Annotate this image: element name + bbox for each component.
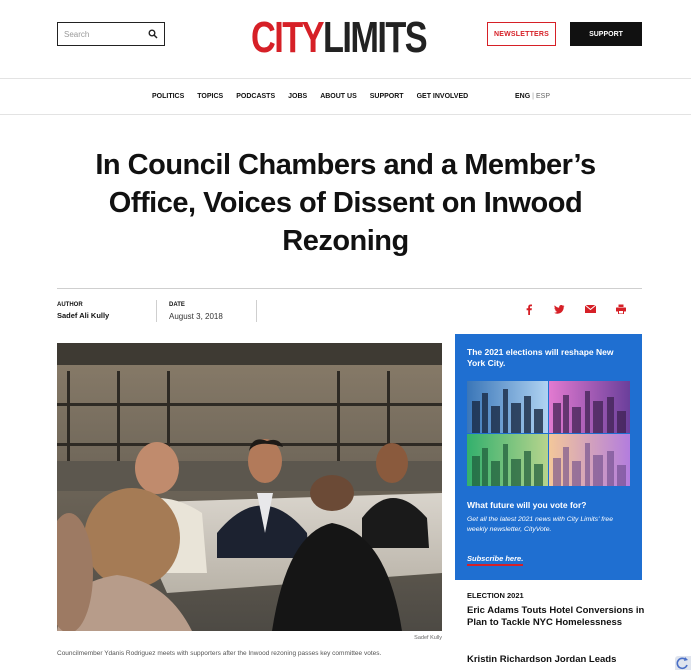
subscribe-link[interactable]: Subscribe here. bbox=[467, 554, 524, 566]
facebook-icon[interactable] bbox=[523, 303, 535, 315]
byline-separator bbox=[256, 300, 257, 322]
main-nav: POLITICS TOPICS PODCASTS JOBS ABOUT US S… bbox=[0, 80, 691, 115]
nav-item-politics[interactable]: POLITICS bbox=[152, 93, 184, 100]
promo-question: What future will you vote for? bbox=[467, 500, 587, 510]
promo-image-grid bbox=[467, 381, 630, 486]
byline-divider bbox=[57, 288, 642, 289]
date-label: DATE bbox=[169, 302, 185, 308]
article-photo bbox=[57, 343, 442, 631]
nav-item-get-involved[interactable]: GET INVOLVED bbox=[417, 93, 469, 100]
promo-body: Get all the latest 2021 news with City L… bbox=[467, 516, 613, 533]
search-icon[interactable] bbox=[148, 29, 158, 39]
lang-esp[interactable]: ESP bbox=[536, 93, 550, 100]
nav-item-podcasts[interactable]: PODCASTS bbox=[236, 93, 275, 100]
sidebar-headline[interactable]: Eric Adams Touts Hotel Conversions in Pl… bbox=[467, 605, 647, 629]
search-box[interactable] bbox=[57, 22, 165, 46]
date-value: August 3, 2018 bbox=[169, 312, 223, 321]
lang-separator: | bbox=[532, 93, 534, 100]
language-switcher: ENG | ESP bbox=[515, 93, 550, 100]
email-icon[interactable] bbox=[584, 303, 596, 315]
nav-item-jobs[interactable]: JOBS bbox=[288, 93, 307, 100]
sidebar-category[interactable]: ELECTION 2021 bbox=[467, 591, 524, 600]
sidebar-headline[interactable]: Kristin Richardson Jordan Leads bbox=[467, 654, 647, 666]
site-header: CITYLIMITS NEWSLETTERS SUPPORT bbox=[0, 0, 691, 79]
logo-city: CITY bbox=[251, 13, 325, 62]
author-label: AUTHOR bbox=[57, 302, 83, 308]
logo-limits: LIMITS bbox=[322, 13, 428, 62]
print-icon[interactable] bbox=[615, 303, 627, 315]
nav-items: POLITICS TOPICS PODCASTS JOBS ABOUT US S… bbox=[152, 93, 481, 100]
byline-separator bbox=[156, 300, 157, 322]
nav-item-topics[interactable]: TOPICS bbox=[197, 93, 223, 100]
article-title: In Council Chambers and a Member’s Offic… bbox=[95, 149, 596, 257]
support-button[interactable]: SUPPORT bbox=[570, 22, 642, 46]
cityvote-promo[interactable]: The 2021 elections will reshape New York… bbox=[455, 334, 642, 580]
lang-eng[interactable]: ENG bbox=[515, 93, 530, 100]
author-name[interactable]: Sadef Ali Kully bbox=[57, 311, 109, 320]
newsletters-button[interactable]: NEWSLETTERS bbox=[487, 22, 556, 46]
recaptcha-badge[interactable] bbox=[675, 656, 691, 670]
photo-caption: Councilmember Ydanis Rodriguez meets wit… bbox=[57, 650, 382, 657]
nav-item-support[interactable]: SUPPORT bbox=[370, 93, 404, 100]
nav-item-about-us[interactable]: ABOUT US bbox=[320, 93, 357, 100]
twitter-icon[interactable] bbox=[553, 303, 565, 315]
search-input[interactable] bbox=[64, 29, 144, 39]
photo-credit: Sadef Kully bbox=[414, 635, 442, 641]
promo-headline: The 2021 elections will reshape New York… bbox=[467, 347, 614, 368]
site-logo[interactable]: CITY LIMITS bbox=[251, 8, 428, 62]
